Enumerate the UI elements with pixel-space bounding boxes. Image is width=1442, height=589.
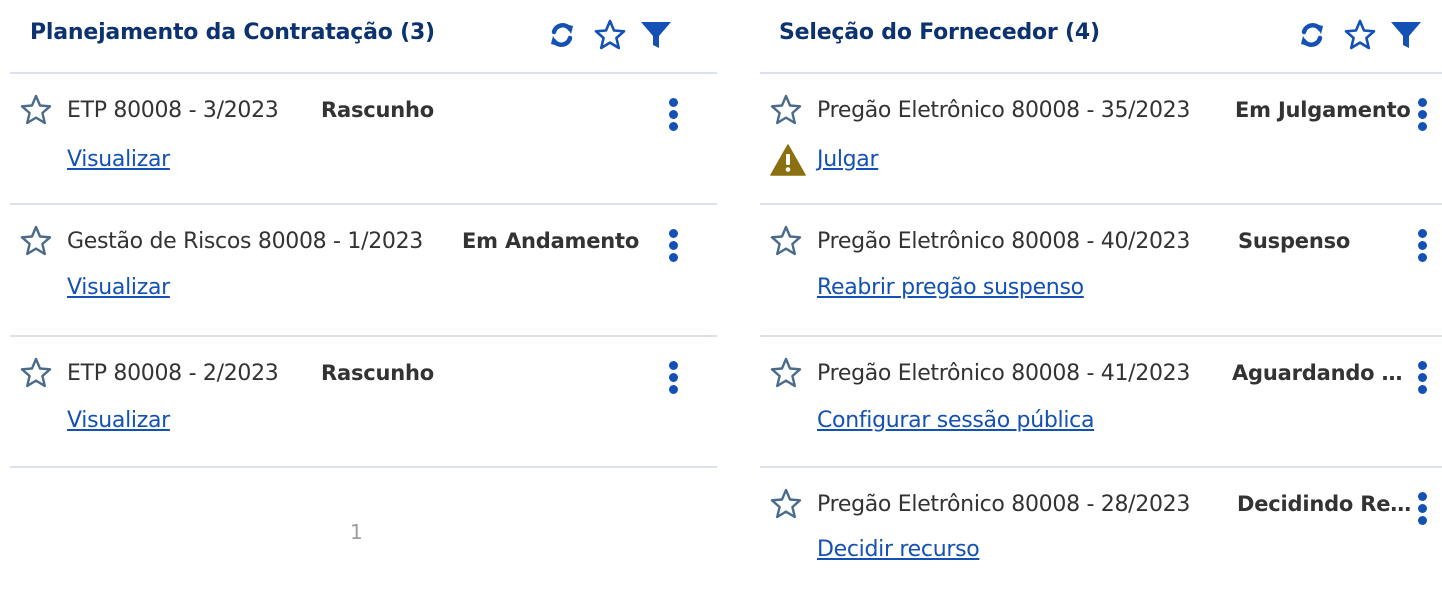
list-item: Pregão Eletrônico 80008 - 35/2023 Em Jul… — [760, 74, 1442, 205]
filter-icon[interactable] — [1389, 18, 1423, 52]
star-outline-icon[interactable] — [769, 356, 803, 390]
status-label: Rascunho — [321, 98, 434, 122]
panel-header: Seleção do Fornecedor (4) — [760, 0, 1442, 74]
kebab-menu-icon[interactable] — [663, 98, 683, 132]
warning-triangle-icon — [770, 144, 806, 176]
refresh-icon[interactable] — [1295, 18, 1329, 52]
status-label: Suspenso — [1238, 229, 1351, 253]
status-label: Aguardando A... — [1232, 361, 1412, 385]
kebab-menu-icon[interactable] — [663, 229, 683, 263]
panel-header: Planejamento da Contratação (3) — [10, 0, 717, 74]
star-outline-icon[interactable] — [19, 224, 53, 258]
star-outline-icon[interactable] — [19, 93, 53, 127]
panel-title: Planejamento da Contratação (3) — [30, 20, 435, 45]
decidir-recurso-link[interactable]: Decidir recurso — [817, 537, 980, 562]
visualizar-link[interactable]: Visualizar — [67, 147, 170, 172]
list-item: Pregão Eletrônico 80008 - 40/2023 Suspen… — [760, 205, 1442, 337]
item-name: ETP 80008 - 2/2023 — [67, 361, 279, 386]
kebab-menu-icon[interactable] — [1412, 229, 1432, 263]
star-outline-icon[interactable] — [19, 356, 53, 390]
kebab-menu-icon[interactable] — [663, 361, 683, 395]
list-item: ETP 80008 - 3/2023 Rascunho Visualizar — [10, 74, 717, 205]
item-name: Pregão Eletrônico 80008 - 28/2023 — [817, 492, 1191, 517]
status-label: Em Julgamento — [1235, 98, 1411, 122]
configurar-sessao-link[interactable]: Configurar sessão pública — [817, 408, 1094, 433]
julgar-link[interactable]: Julgar — [817, 147, 879, 172]
pagination-page-number[interactable]: 1 — [350, 520, 363, 544]
visualizar-link[interactable]: Visualizar — [67, 275, 170, 300]
star-outline-icon[interactable] — [769, 93, 803, 127]
panel-title: Seleção do Fornecedor (4) — [779, 20, 1100, 45]
list-item: Gestão de Riscos 80008 - 1/2023 Em Andam… — [10, 205, 717, 337]
list-item: ETP 80008 - 2/2023 Rascunho Visualizar — [10, 337, 717, 468]
list-item: Pregão Eletrônico 80008 - 28/2023 Decidi… — [760, 468, 1442, 588]
star-outline-icon[interactable] — [769, 224, 803, 258]
item-name: ETP 80008 - 3/2023 — [67, 98, 279, 123]
kebab-menu-icon[interactable] — [1412, 492, 1432, 526]
filter-icon[interactable] — [639, 18, 673, 52]
reabrir-pregao-link[interactable]: Reabrir pregão suspenso — [817, 275, 1084, 300]
list-item: Pregão Eletrônico 80008 - 41/2023 Aguard… — [760, 337, 1442, 468]
item-name: Gestão de Riscos 80008 - 1/2023 — [67, 229, 423, 254]
status-label: Rascunho — [321, 361, 434, 385]
star-outline-icon[interactable] — [769, 487, 803, 521]
status-label: Em Andamento — [462, 229, 640, 253]
visualizar-link[interactable]: Visualizar — [67, 408, 170, 433]
favorite-star-icon[interactable] — [593, 18, 627, 52]
favorite-star-icon[interactable] — [1343, 18, 1377, 52]
panel-selecao-fornecedor: Seleção do Fornecedor (4) Pregão Eletrôn… — [760, 0, 1442, 589]
item-name: Pregão Eletrônico 80008 - 40/2023 — [817, 229, 1191, 254]
refresh-icon[interactable] — [545, 18, 579, 52]
item-name: Pregão Eletrônico 80008 - 41/2023 — [817, 361, 1191, 386]
kebab-menu-icon[interactable] — [1412, 361, 1432, 395]
status-label: Decidindo Rec... — [1237, 492, 1417, 516]
kebab-menu-icon[interactable] — [1412, 98, 1432, 132]
panel-planejamento: Planejamento da Contratação (3) ETP 8000… — [10, 0, 717, 589]
item-name: Pregão Eletrônico 80008 - 35/2023 — [817, 98, 1191, 123]
